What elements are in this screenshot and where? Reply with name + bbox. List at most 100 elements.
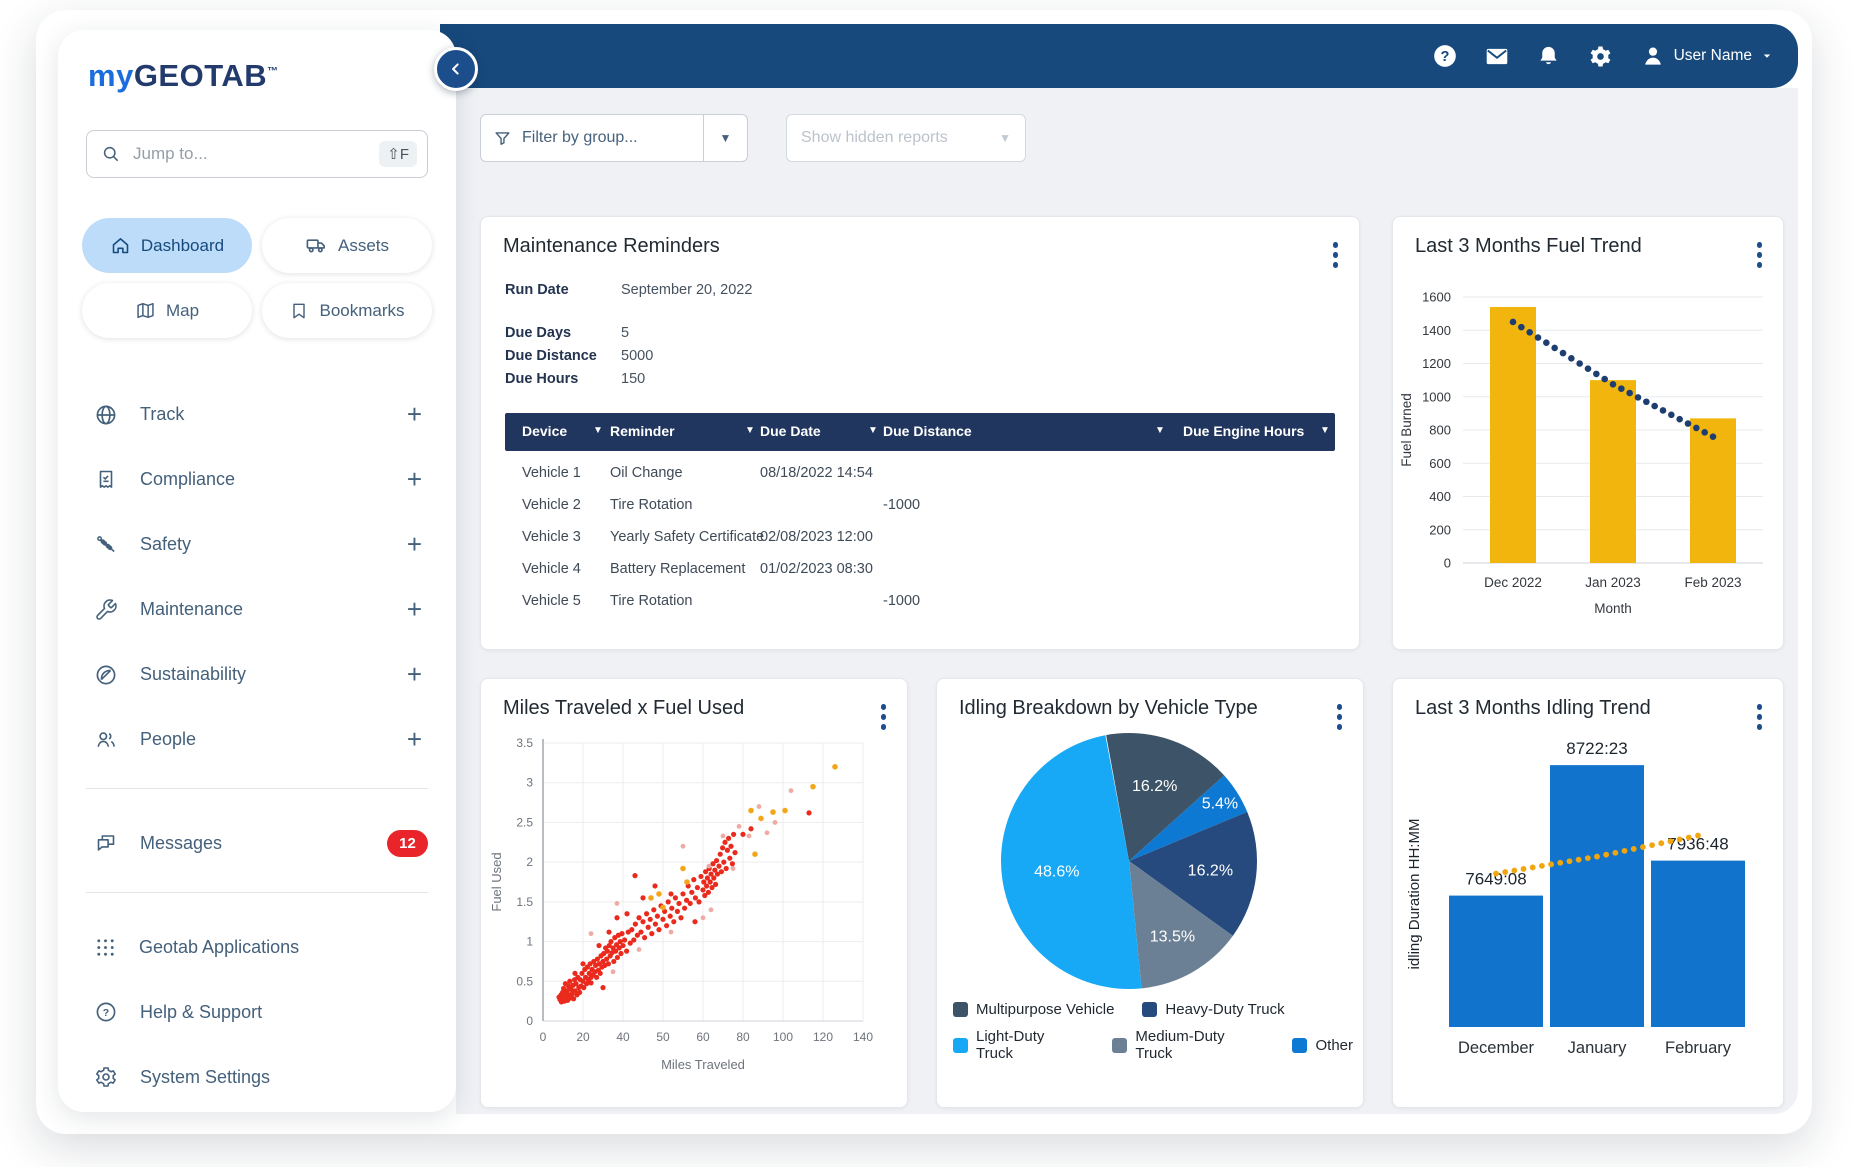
people-icon: [94, 728, 118, 752]
mygeotab-logo[interactable]: myGEOTAB™: [88, 58, 279, 94]
funnel-icon: [493, 129, 512, 148]
svg-text:Month: Month: [1594, 601, 1632, 616]
mail-icon[interactable]: [1484, 43, 1510, 69]
add-maintenance-button[interactable]: +: [407, 594, 422, 625]
sort-arrow-icon[interactable]: ▼: [868, 425, 878, 436]
sort-arrow-icon[interactable]: ▼: [745, 425, 755, 436]
filter-by-group-dropdown[interactable]: Filter by group... ▼: [480, 114, 748, 162]
add-track-button[interactable]: +: [407, 399, 422, 430]
svg-text:80: 80: [736, 1030, 750, 1044]
svg-text:Feb 2023: Feb 2023: [1684, 575, 1741, 590]
sidebar-item-messages[interactable]: Messages 12: [58, 818, 456, 868]
table-row[interactable]: Vehicle 2Tire Rotation-1000: [505, 489, 1335, 521]
svg-text:100: 100: [773, 1030, 793, 1044]
sidebar-item-sustainability[interactable]: Sustainability +: [58, 642, 456, 707]
sidebar-nav: Track + Compliance + Safety + Maintenanc…: [58, 382, 456, 772]
legend-label: Light-Duty Truck: [976, 1028, 1084, 1062]
pill-label: Dashboard: [141, 236, 224, 256]
sidebar-item-system-settings[interactable]: System Settings: [58, 1052, 456, 1102]
filter-dropdown-arrow[interactable]: ▼: [703, 115, 747, 161]
svg-text:20: 20: [576, 1030, 590, 1044]
settings-gear-icon[interactable]: [1588, 43, 1614, 69]
help-circle-icon: ?: [94, 1000, 118, 1024]
svg-text:60: 60: [696, 1030, 710, 1044]
add-people-button[interactable]: +: [407, 724, 422, 755]
table-cell-reminder: Yearly Safety Certificate: [610, 529, 764, 545]
table-row[interactable]: Vehicle 5Tire Rotation-1000: [505, 585, 1335, 617]
notifications-bell-icon[interactable]: [1536, 43, 1562, 69]
svg-text:600: 600: [1429, 456, 1451, 471]
legend-swatch: [1142, 1002, 1157, 1017]
sidebar-item-compliance[interactable]: Compliance +: [58, 447, 456, 512]
nav-label: System Settings: [140, 1067, 270, 1088]
pill-label: Bookmarks: [319, 301, 404, 321]
table-row[interactable]: Vehicle 1Oil Change08/18/2022 14:54: [505, 457, 1335, 489]
table-cell-device: Vehicle 2: [522, 497, 581, 513]
bookmarks-button[interactable]: Bookmarks: [262, 283, 432, 338]
column-header-due-date[interactable]: Due Date: [760, 423, 821, 439]
column-header-due-engine-hours[interactable]: Due Engine Hours: [1183, 423, 1304, 439]
add-compliance-button[interactable]: +: [407, 464, 422, 495]
app-window: ? User Name: [36, 10, 1812, 1134]
sidebar-item-safety[interactable]: Safety +: [58, 512, 456, 577]
dashboard-button[interactable]: Dashboard: [82, 218, 252, 273]
user-menu[interactable]: User Name: [1640, 43, 1774, 69]
legend-item: Light-Duty Truck: [953, 1028, 1084, 1062]
table-header-row: Device ▼ Reminder ▼ Due Date ▼ Due Distance…: [505, 413, 1335, 451]
svg-text:?: ?: [1440, 49, 1449, 65]
maintenance-reminders-card: Maintenance Reminders Run DateSeptember …: [480, 216, 1360, 650]
assets-button[interactable]: Assets: [262, 218, 432, 273]
miles-fuel-scatter-card: Miles Traveled x Fuel Used 0204050608010…: [480, 678, 908, 1108]
show-hidden-reports-dropdown[interactable]: Show hidden reports ▼: [786, 114, 1026, 162]
sidebar-item-track[interactable]: Track +: [58, 382, 456, 447]
nav-label: Track: [140, 404, 184, 425]
svg-text:idling Duration HH:MM: idling Duration HH:MM: [1406, 819, 1423, 970]
table-body: Vehicle 1Oil Change08/18/2022 14:54Vehic…: [505, 451, 1335, 617]
svg-text:January: January: [1568, 1039, 1627, 1057]
sort-arrow-icon[interactable]: ▼: [593, 425, 603, 436]
sort-arrow-icon[interactable]: ▼: [1155, 425, 1165, 436]
table-row[interactable]: Vehicle 4Battery Replacement01/02/2023 0…: [505, 553, 1335, 585]
legend-item: Heavy-Duty Truck: [1142, 1001, 1284, 1018]
svg-text:0: 0: [1444, 556, 1451, 571]
seatbelt-icon: [94, 533, 118, 557]
legend-item: Other: [1292, 1028, 1353, 1062]
sidebar-item-maintenance[interactable]: Maintenance +: [58, 577, 456, 642]
main-content: Filter by group... ▼ Show hidden reports…: [456, 88, 1798, 1114]
apps-grid-icon: [94, 936, 117, 959]
add-sustainability-button[interactable]: +: [407, 659, 422, 690]
svg-text:16.2%: 16.2%: [1132, 778, 1177, 795]
sidebar-collapse-button[interactable]: [434, 47, 478, 91]
search-input[interactable]: [131, 143, 369, 165]
screen: ? User Name: [0, 0, 1854, 1167]
sidebar-item-help-support[interactable]: ? Help & Support: [58, 987, 456, 1037]
meta-value: 5000: [621, 345, 653, 368]
column-header-device[interactable]: Device: [522, 423, 567, 439]
pill-label: Assets: [338, 236, 389, 256]
svg-text:140: 140: [853, 1030, 873, 1044]
table-cell-due_distance: -1000: [883, 593, 920, 609]
sidebar-item-people[interactable]: People +: [58, 707, 456, 772]
idling-trend-card: Last 3 Months Idling Trend 7649:088722:2…: [1392, 678, 1784, 1108]
map-button[interactable]: Map: [82, 283, 252, 338]
column-header-due-distance[interactable]: Due Distance: [883, 423, 972, 439]
table-cell-device: Vehicle 5: [522, 593, 581, 609]
svg-text:1: 1: [526, 935, 533, 949]
sidebar-item-geotab-applications[interactable]: Geotab Applications: [58, 922, 456, 972]
svg-text:8722:23: 8722:23: [1566, 739, 1627, 758]
kebab-menu-icon[interactable]: [1330, 239, 1342, 271]
help-icon[interactable]: ?: [1432, 43, 1458, 69]
filter-by-group-label: Filter by group...: [522, 129, 638, 147]
table-cell-due_date: 01/02/2023 08:30: [760, 561, 873, 577]
table-row[interactable]: Vehicle 3Yearly Safety Certificate02/08/…: [505, 521, 1335, 553]
sort-arrow-icon[interactable]: ▼: [1320, 425, 1330, 436]
table-cell-due_date: 02/08/2023 12:00: [760, 529, 873, 545]
svg-text:0.5: 0.5: [516, 974, 533, 988]
svg-text:Miles Traveled: Miles Traveled: [661, 1057, 745, 1072]
svg-text:Fuel Used: Fuel Used: [489, 852, 504, 911]
column-header-reminder[interactable]: Reminder: [610, 423, 675, 439]
maintenance-table: Device ▼ Reminder ▼ Due Date ▼ Due Distance…: [505, 413, 1335, 617]
miles-fuel-scatter-plot: 0204050608010012014000.511.522.533.5Mile…: [481, 679, 909, 1109]
pill-label: Map: [166, 301, 199, 321]
add-safety-button[interactable]: +: [407, 529, 422, 560]
